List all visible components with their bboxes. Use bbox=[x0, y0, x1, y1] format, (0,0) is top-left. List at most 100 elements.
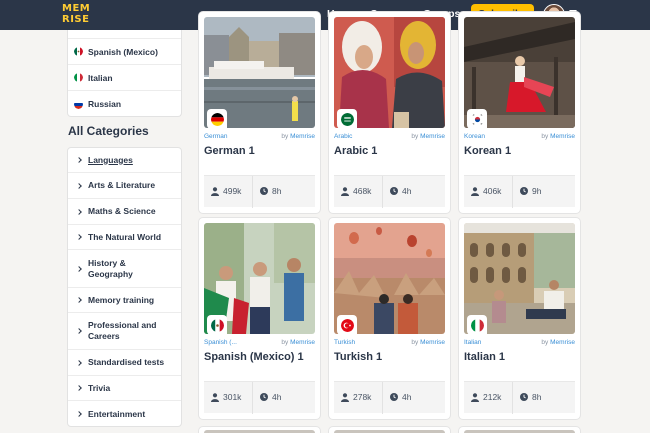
divider bbox=[252, 176, 253, 208]
course-language-label[interactable]: German bbox=[204, 133, 227, 140]
chevron-right-icon bbox=[76, 208, 82, 215]
course-author-link[interactable]: Memrise bbox=[420, 133, 445, 140]
learners-count: 468k bbox=[341, 186, 371, 196]
chevron-right-icon bbox=[76, 297, 82, 303]
course-author: by Memrise bbox=[541, 133, 575, 140]
language-item-spanish-mexico[interactable]: Spanish (Mexico) bbox=[68, 39, 181, 65]
chevron-right-icon bbox=[76, 411, 82, 417]
category-item-maths-science[interactable]: Maths & Science bbox=[68, 199, 181, 225]
logo-line-1: MEM bbox=[62, 3, 91, 14]
south-korea-flag-icon bbox=[470, 112, 484, 126]
course-author: by Memrise bbox=[281, 339, 315, 346]
flag-badge bbox=[467, 109, 487, 129]
divider bbox=[382, 382, 383, 414]
divider bbox=[252, 382, 253, 414]
category-label: Standardised tests bbox=[88, 357, 165, 367]
language-item-label: Italian bbox=[88, 72, 113, 83]
divider bbox=[512, 382, 513, 414]
course-author: by Memrise bbox=[281, 133, 315, 140]
memrise-logo[interactable]: MEM RISE bbox=[62, 3, 91, 27]
course-card-partial[interactable] bbox=[328, 426, 451, 433]
course-author-link[interactable]: Memrise bbox=[290, 339, 315, 346]
course-card-korean[interactable]: Korean by Memrise Korean 1 406k 9h bbox=[458, 11, 581, 214]
category-label: Arts & Literature bbox=[88, 180, 156, 190]
course-card-arabic[interactable]: Arabic by Memrise Arabic 1 468k 4h bbox=[328, 11, 451, 214]
course-language-label[interactable]: Italian bbox=[464, 339, 481, 346]
course-stats: 278k 4h bbox=[334, 381, 445, 414]
course-title: Korean 1 bbox=[464, 145, 512, 157]
category-item-languages[interactable]: Languages bbox=[68, 148, 181, 173]
user-icon bbox=[211, 186, 219, 196]
categories-heading: All Categories bbox=[68, 124, 149, 138]
category-item-history-geography[interactable]: History & Geography bbox=[68, 250, 181, 288]
category-item-trivia[interactable]: Trivia bbox=[68, 376, 181, 401]
category-list: Languages Arts & Literature Maths & Scie… bbox=[67, 147, 182, 427]
turkey-flag-icon bbox=[340, 318, 354, 332]
language-item-russian[interactable]: Russian bbox=[68, 91, 181, 116]
learners-count: 301k bbox=[211, 392, 241, 402]
user-icon bbox=[341, 186, 349, 196]
user-icon bbox=[471, 186, 479, 196]
language-filter-list: Spanish (Mexico) Italian Russian bbox=[67, 30, 182, 117]
course-duration: 4h bbox=[390, 392, 411, 402]
language-item-italian[interactable]: Italian bbox=[68, 65, 181, 91]
course-author: by Memrise bbox=[541, 339, 575, 346]
chevron-right-icon bbox=[76, 328, 82, 334]
chevron-right-icon bbox=[76, 234, 82, 240]
category-item-standardised-tests[interactable]: Standardised tests bbox=[68, 350, 181, 376]
category-item-natural-world[interactable]: The Natural World bbox=[68, 225, 181, 250]
russia-flag-icon bbox=[74, 99, 83, 109]
course-stats: 468k 4h bbox=[334, 175, 445, 208]
course-language-label[interactable]: Arabic bbox=[334, 133, 352, 140]
category-item-memory-training[interactable]: Memory training bbox=[68, 288, 181, 313]
divider bbox=[512, 176, 513, 208]
course-card-turkish[interactable]: Turkish by Memrise Turkish 1 278k 4h bbox=[328, 217, 451, 420]
course-card-italian[interactable]: Italian by Memrise Italian 1 212k 8h bbox=[458, 217, 581, 420]
category-item-professional-careers[interactable]: Professional and Careers bbox=[68, 313, 181, 350]
course-author-link[interactable]: Memrise bbox=[290, 133, 315, 140]
course-author: by Memrise bbox=[411, 339, 445, 346]
course-card-partial[interactable] bbox=[198, 426, 321, 433]
flag-badge bbox=[207, 109, 227, 129]
category-item-entertainment[interactable]: Entertainment bbox=[68, 401, 181, 426]
user-icon bbox=[211, 392, 219, 402]
mexico-flag-icon bbox=[74, 47, 83, 56]
flag-badge bbox=[337, 109, 357, 129]
course-language-label[interactable]: Spanish (... bbox=[204, 339, 237, 346]
course-title: Italian 1 bbox=[464, 351, 505, 363]
category-label: Maths & Science bbox=[88, 206, 156, 216]
course-stats: 406k 9h bbox=[464, 175, 575, 208]
clock-icon bbox=[520, 187, 528, 195]
course-language-label[interactable]: Turkish bbox=[334, 339, 355, 346]
category-label: History & Geography bbox=[88, 257, 133, 279]
course-author-link[interactable]: Memrise bbox=[550, 339, 575, 346]
clock-icon bbox=[390, 393, 398, 401]
course-card-spanish-mexico[interactable]: Spanish (... by Memrise Spanish (Mexico)… bbox=[198, 217, 321, 420]
flag-badge bbox=[467, 315, 487, 335]
clock-icon bbox=[260, 393, 268, 401]
course-language-label[interactable]: Korean bbox=[464, 133, 485, 140]
course-author-link[interactable]: Memrise bbox=[420, 339, 445, 346]
category-label: Memory training bbox=[88, 294, 155, 305]
course-duration: 4h bbox=[390, 186, 411, 196]
course-title: Spanish (Mexico) 1 bbox=[204, 351, 304, 363]
learners-count: 406k bbox=[471, 186, 501, 196]
course-stats: 301k 4h bbox=[204, 381, 315, 414]
category-label: Entertainment bbox=[88, 408, 146, 419]
course-duration: 9h bbox=[520, 186, 541, 196]
italy-flag-icon bbox=[470, 318, 484, 332]
course-duration: 4h bbox=[260, 392, 281, 402]
course-card-german[interactable]: German by Memrise German 1 499k 8h bbox=[198, 11, 321, 214]
divider bbox=[382, 176, 383, 208]
category-item-arts-literature[interactable]: Arts & Literature bbox=[68, 173, 181, 199]
learners-count: 278k bbox=[341, 392, 371, 402]
clock-icon bbox=[520, 393, 528, 401]
course-stats: 212k 8h bbox=[464, 381, 575, 414]
course-stats: 499k 8h bbox=[204, 175, 315, 208]
course-duration: 8h bbox=[520, 392, 541, 402]
mexico-flag-icon bbox=[210, 318, 224, 332]
course-title: Turkish 1 bbox=[334, 351, 383, 363]
category-label: Languages bbox=[88, 154, 133, 165]
course-card-partial[interactable] bbox=[458, 426, 581, 433]
course-author-link[interactable]: Memrise bbox=[550, 133, 575, 140]
